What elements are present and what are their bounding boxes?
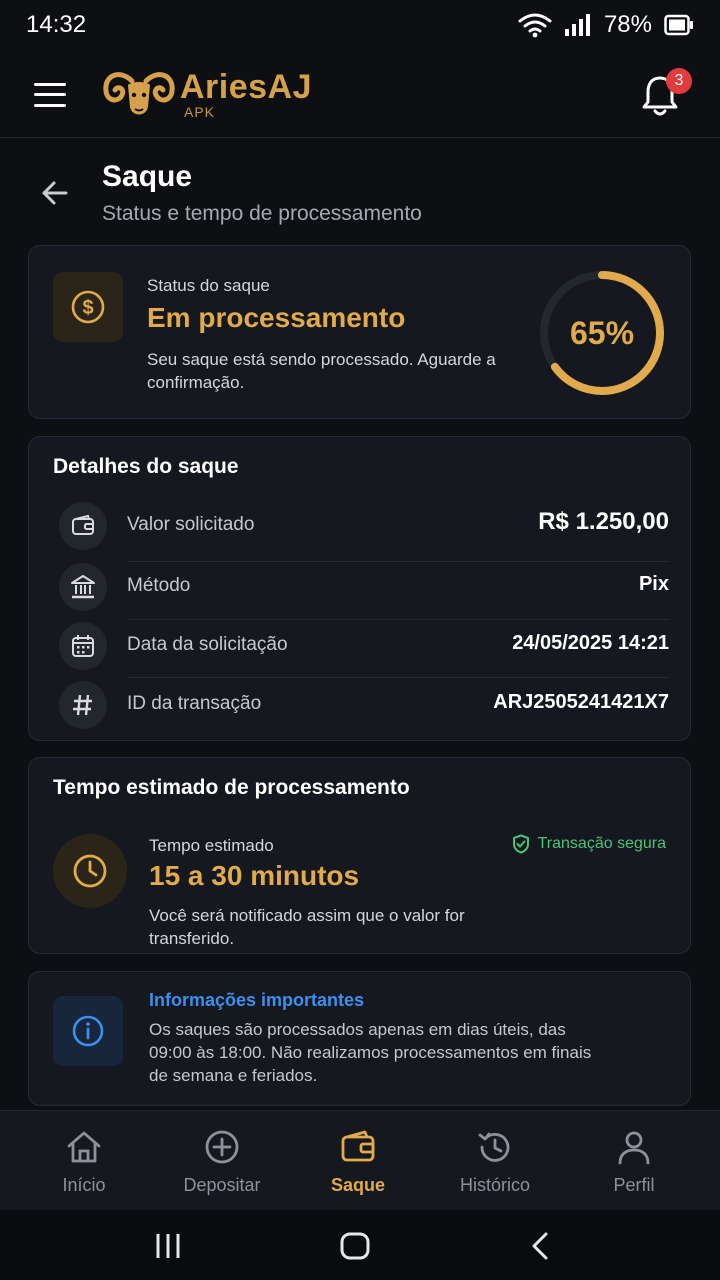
nav-item-inicio[interactable]: Início	[14, 1111, 154, 1211]
nav-item-historico[interactable]: Histórico	[425, 1111, 565, 1211]
menu-icon	[34, 82, 66, 86]
detail-row-date: Data da solicitação 24/05/2025 14:21	[53, 617, 669, 675]
nav-item-perfil[interactable]: Perfil	[564, 1111, 704, 1211]
info-tile	[53, 996, 123, 1066]
detail-value: ARJ2505241421X7	[493, 691, 669, 713]
clock-tile	[53, 834, 127, 908]
nav-label: Histórico	[459, 1175, 530, 1195]
dollar-coin-icon: $	[71, 290, 105, 324]
detail-value: Pix	[638, 573, 669, 595]
detail-label: Método	[127, 575, 191, 596]
detail-label: Valor solicitado	[127, 514, 255, 535]
details-title: Detalhes do saque	[53, 455, 239, 478]
withdrawal-status-card: $ Status do saque Em processamento Seu s…	[28, 245, 691, 419]
notification-badge: 3	[666, 68, 692, 94]
page-title: Saque	[102, 160, 193, 193]
info-title: Informações importantes	[149, 990, 365, 1010]
status-description: Seu saque está sendo processado. Aguarde…	[147, 350, 496, 392]
status-bar: 14:32 78%	[0, 0, 720, 50]
battery-percent: 78%	[603, 11, 652, 38]
dollar-tile: $	[53, 272, 123, 342]
nav-item-saque[interactable]: Saque	[288, 1111, 428, 1211]
signal-icon	[564, 14, 590, 36]
detail-row-amount: Valor solicitado R$ 1.250,00	[53, 497, 669, 555]
battery-icon	[664, 14, 693, 36]
chevron-left-icon	[532, 1232, 548, 1260]
secure-label: Transação segura	[537, 835, 666, 852]
home-square-icon	[340, 1232, 370, 1260]
detail-label: Data da solicitação	[127, 634, 288, 655]
app-header: AriesAJ APK 3	[0, 52, 720, 138]
page-header: Saque Status e tempo de processamento	[0, 148, 720, 238]
plus-circle-icon	[205, 1130, 239, 1164]
time-card-title: Tempo estimado de processamento	[53, 776, 410, 799]
back-system-button[interactable]	[522, 1228, 558, 1264]
hash-icon	[73, 694, 92, 716]
wifi-icon	[518, 13, 552, 38]
menu-button[interactable]	[34, 82, 66, 107]
processing-time-card: Tempo estimado de processamento Tempo es…	[28, 757, 691, 954]
brand-sub: APK	[184, 104, 216, 120]
history-icon	[478, 1132, 510, 1162]
detail-value: R$ 1.250,00	[538, 508, 669, 535]
recents-icon	[156, 1234, 180, 1258]
recent-apps-button[interactable]	[150, 1228, 186, 1264]
home-system-button[interactable]	[337, 1228, 373, 1264]
detail-value: 24/05/2025 14:21	[512, 632, 669, 654]
ram-logo-icon	[103, 71, 175, 114]
arrow-left-icon	[42, 181, 68, 205]
time-description: Você será notificado assim que o valor f…	[149, 906, 465, 948]
brand-name: AriesAJ	[180, 68, 313, 106]
withdrawal-details-card: Detalhes do saque Valor solicitado R$ 1.…	[28, 436, 691, 741]
home-icon	[67, 1131, 101, 1163]
nav-label: Saque	[330, 1175, 386, 1195]
time-label: Tempo estimado	[149, 836, 274, 855]
user-icon	[618, 1131, 650, 1165]
detail-label: ID da transação	[127, 693, 262, 714]
page-subtitle: Status e tempo de processamento	[102, 202, 422, 225]
wallet-icon	[72, 514, 94, 535]
brand-logo[interactable]: AriesAJ APK	[102, 67, 312, 123]
bottom-navigation: Início Depositar Saque Histórico Perfil	[0, 1110, 720, 1210]
detail-row-transaction-id: ID da transação ARJ2505241421X7	[53, 676, 669, 734]
back-button[interactable]	[38, 176, 72, 210]
detail-row-method: Método Pix	[53, 558, 669, 616]
nav-label: Início	[62, 1175, 106, 1195]
nav-item-depositar[interactable]: Depositar	[152, 1111, 292, 1211]
nav-label: Depositar	[183, 1175, 261, 1195]
secure-transaction-badge: Transação segura	[512, 834, 666, 854]
time-value: 15 a 30 minutos	[149, 860, 360, 891]
shield-check-icon	[512, 834, 529, 854]
status-icons: 78%	[518, 11, 694, 39]
status-time: 14:32	[26, 11, 87, 38]
wallet-icon	[341, 1130, 375, 1162]
info-description: Os saques são processados apenas em dias…	[149, 1020, 592, 1085]
bank-icon	[71, 575, 95, 599]
important-info-card: Informações importantes Os saques são pr…	[28, 971, 691, 1106]
nav-label: Perfil	[613, 1175, 655, 1195]
info-icon	[72, 1015, 104, 1047]
status-value: Em processamento	[147, 302, 406, 333]
status-label: Status do saque	[147, 276, 270, 295]
system-navigation-bar	[0, 1210, 720, 1280]
progress-percent: 65%	[569, 314, 635, 351]
clock-icon	[73, 854, 107, 888]
svg-text:$: $	[82, 297, 93, 319]
calendar-icon	[72, 635, 94, 657]
notifications-button[interactable]: 3	[640, 68, 692, 118]
